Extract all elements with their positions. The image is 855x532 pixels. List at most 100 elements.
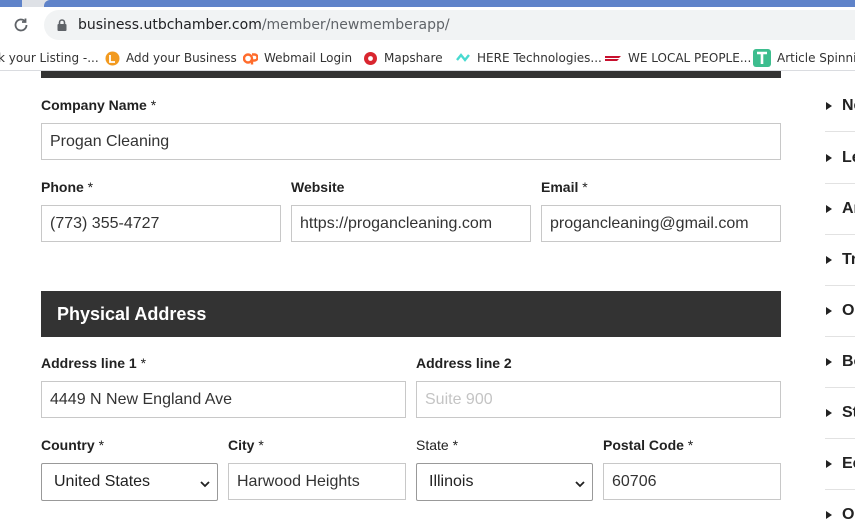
website-input[interactable]: https://progancleaning.com [291, 205, 531, 242]
tab-previous[interactable] [0, 0, 22, 7]
sidebar-item-9[interactable]: Ou [825, 489, 855, 532]
city-label: City * [228, 437, 264, 453]
triangle-right-icon [826, 306, 832, 315]
sidebar-item-7[interactable]: St [825, 387, 855, 438]
bookmarks-bar: k your Listing -... Add your Business We… [0, 43, 855, 71]
sidebar-item-label: Ou [842, 505, 855, 523]
sidebar-item-2[interactable]: Le [825, 132, 855, 183]
required-marker: * [140, 355, 147, 371]
phone-label-text: Phone [41, 179, 84, 195]
website-label: Website [291, 179, 345, 195]
physical-address-heading: Physical Address [41, 291, 781, 337]
email-label-text: Email [541, 179, 579, 195]
country-label: Country * [41, 437, 104, 453]
email-label: Email * [541, 179, 588, 195]
postal-code-label: Postal Code * [603, 437, 693, 453]
phone-input[interactable]: (773) 355-4727 [41, 205, 281, 242]
lock-icon[interactable] [55, 18, 69, 32]
required-marker: * [582, 179, 588, 195]
email-input[interactable]: progancleaning@gmail.com [541, 205, 781, 242]
required-marker: * [98, 437, 105, 453]
sidebar-item-label: Tr [842, 250, 855, 268]
country-select[interactable]: United States [41, 463, 218, 501]
state-label: State * [416, 437, 458, 453]
sidebar-item-5[interactable]: Ou [825, 285, 855, 336]
sidebar-item-3[interactable]: Ar [825, 183, 855, 234]
address-line-2-label: Address line 2 [416, 355, 512, 371]
address-line-1-label-text: Address line 1 [41, 355, 137, 371]
bookmark-label: Add your Business [126, 51, 237, 65]
required-marker: * [452, 437, 459, 453]
chevron-down-icon [199, 477, 211, 489]
sidebar-item-label: Le [842, 148, 855, 166]
city-input[interactable]: Harwood Heights [228, 463, 406, 500]
triangle-right-icon [826, 101, 832, 110]
required-marker: * [150, 97, 157, 113]
required-marker: * [687, 437, 694, 453]
mapshare-icon [363, 51, 378, 66]
bookmark-label: Article Spinning [777, 51, 855, 65]
sidebar-item-4[interactable]: Tr [825, 234, 855, 285]
bookmark-webmail[interactable]: Webmail Login [242, 49, 353, 67]
triangle-right-icon [826, 408, 832, 417]
url-path: /member/newmemberapp/ [261, 17, 450, 33]
bookmark-add-business[interactable]: Add your Business [105, 49, 237, 67]
tab-active[interactable] [44, 0, 855, 7]
bookmark-mapshare[interactable]: Mapshare [363, 49, 443, 67]
bookmark-listing[interactable]: k your Listing -... [0, 49, 99, 67]
flag-icon [604, 51, 622, 66]
address-line-1-input[interactable]: 4449 N New England Ave [41, 381, 406, 418]
sidebar-item-label: Ec [842, 454, 855, 472]
company-name-label-text: Company Name [41, 97, 147, 113]
reload-icon[interactable] [12, 16, 30, 34]
address-bar-row: business.utbchamber.com/member/newmember… [0, 7, 855, 43]
sidebar-item-label: Ne [842, 96, 855, 114]
country-label-text: Country [41, 437, 95, 453]
bookmark-we-local[interactable]: WE LOCAL PEOPLE... [604, 49, 751, 67]
triangle-right-icon [826, 510, 832, 519]
sidebar-item-label: Ar [842, 199, 855, 217]
bookmark-label: HERE Technologies... [477, 51, 602, 65]
url-text[interactable]: business.utbchamber.com/member/newmember… [78, 17, 450, 33]
state-select[interactable]: Illinois [416, 463, 593, 501]
bookmark-label: Mapshare [384, 51, 443, 65]
company-name-input[interactable]: Progan Cleaning [41, 123, 781, 160]
cpanel-icon [242, 51, 259, 66]
article-icon [753, 49, 771, 67]
triangle-right-icon [826, 153, 832, 162]
sidebar-item-label: Bo [842, 352, 855, 370]
address-line-1-label: Address line 1 * [41, 355, 146, 371]
company-name-label: Company Name * [41, 97, 156, 113]
sidebar-item-6[interactable]: Bo [825, 336, 855, 387]
sidebar-item-8[interactable]: Ec [825, 438, 855, 489]
bookmark-label: WE LOCAL PEOPLE... [628, 51, 752, 65]
address-line-2-input[interactable]: Suite 900 [416, 381, 781, 418]
bookmark-label: k your Listing -... [0, 51, 99, 65]
bookmark-here[interactable]: HERE Technologies... [456, 49, 602, 67]
chevron-down-icon [574, 477, 586, 489]
required-marker: * [258, 437, 264, 453]
bookmark-article-spinning[interactable]: Article Spinning [753, 49, 855, 67]
country-selected-value: United States [54, 473, 151, 490]
postal-code-input[interactable]: 60706 [603, 463, 781, 500]
postal-code-label-text: Postal Code [603, 437, 684, 453]
triangle-right-icon [826, 357, 832, 366]
omnibox[interactable]: business.utbchamber.com/member/newmember… [44, 10, 855, 40]
sidebar-item-1[interactable]: Ne [825, 80, 855, 131]
city-label-text: City [228, 437, 255, 453]
sidebar-item-label: St [842, 403, 855, 421]
state-selected-value: Illinois [429, 473, 474, 490]
triangle-right-icon [826, 204, 832, 213]
state-label-text: State [416, 437, 449, 453]
triangle-right-icon [826, 459, 832, 468]
sidebar-item-label: Ou [842, 301, 855, 319]
here-icon [456, 51, 471, 66]
phone-label: Phone * [41, 179, 93, 195]
url-host: business.utbchamber.com [78, 17, 262, 33]
tab-strip [0, 0, 855, 7]
triangle-right-icon [826, 255, 832, 264]
required-marker: * [87, 179, 94, 195]
section-divider [41, 71, 781, 78]
pin-icon [105, 51, 120, 66]
bookmark-label: Webmail Login [264, 51, 353, 65]
